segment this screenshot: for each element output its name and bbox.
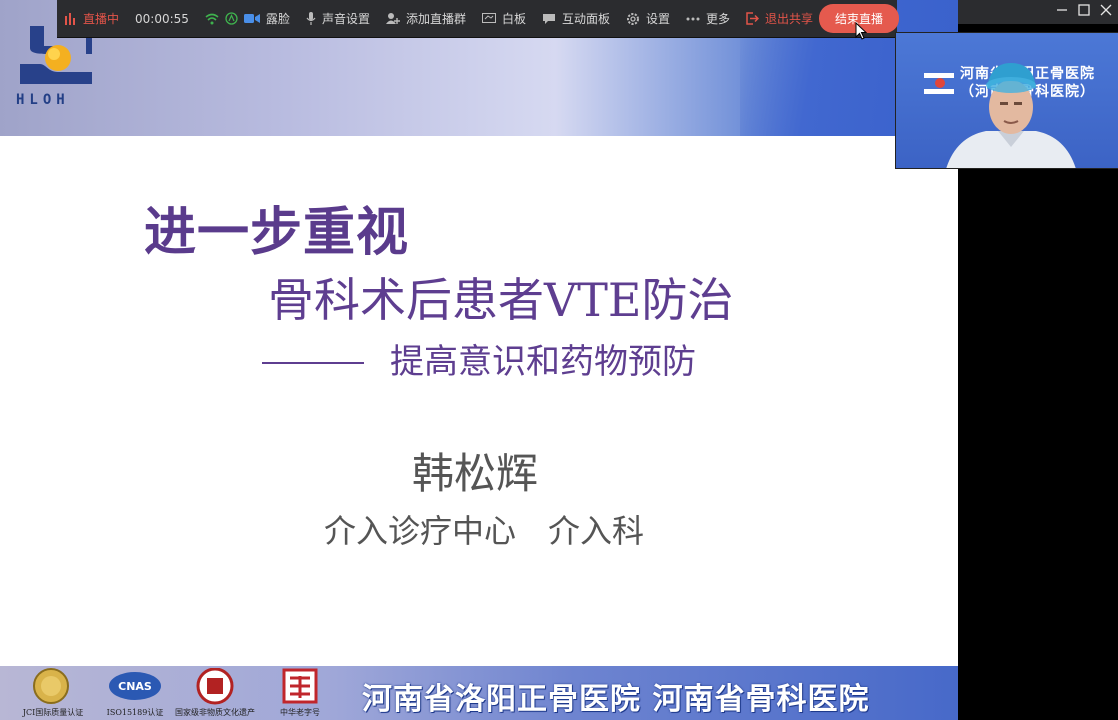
- exit-share-button[interactable]: 退出共享: [746, 10, 813, 27]
- group-add-icon: [385, 13, 400, 24]
- add-live-group-button[interactable]: 添加直播群: [385, 10, 466, 27]
- cert-brand: 中华老字号: [265, 668, 335, 720]
- presenter-department: 介入诊疗中心 介入科: [324, 512, 645, 550]
- shared-slide: HLOH 进一步重视 骨科术后患者VTE防治 提高意识和药物预防 韩松辉 介入诊…: [0, 0, 958, 720]
- cert-jci: JCI国际质量认证: [18, 668, 88, 720]
- time-honored-brand-icon: [282, 668, 318, 704]
- video-camera-icon: [243, 14, 260, 23]
- presenter-name: 韩松辉: [412, 449, 539, 498]
- toolbar-item-label: 声音设置: [321, 12, 370, 26]
- cert-label: JCI国际质量认证: [22, 708, 84, 717]
- interaction-panel-button[interactable]: 互动面板: [542, 10, 610, 27]
- mouse-cursor-icon: [855, 22, 867, 40]
- svg-text:CNAS: CNAS: [118, 680, 152, 693]
- settings-button[interactable]: 设置: [626, 10, 670, 27]
- toolbar-item-label: 设置: [646, 12, 671, 26]
- live-label: 直播中: [83, 12, 120, 26]
- jci-seal-icon: [33, 668, 69, 704]
- window-controls: [958, 0, 1118, 24]
- cert-label: 中华老字号: [280, 708, 320, 717]
- hospital-logo: HLOH: [14, 26, 100, 112]
- maximize-icon[interactable]: [1076, 4, 1092, 20]
- wifi-icon: [205, 13, 219, 24]
- title-dash-divider: [262, 362, 364, 364]
- host-status[interactable]: [225, 12, 238, 25]
- toolbar-item-label: 添加直播群: [405, 12, 466, 26]
- toolbar-item-label: 互动面板: [561, 12, 610, 26]
- network-status: [205, 13, 219, 25]
- cnas-logo-icon: CNAS: [109, 672, 161, 700]
- whiteboard-icon: [481, 12, 496, 23]
- slide-title-line2: 骨科术后患者VTE防治: [268, 273, 734, 327]
- footer-hospital-name: 河南省洛阳正骨医院 河南省骨科医院: [362, 682, 870, 717]
- chat-bubble-icon: [542, 13, 555, 24]
- exit-share-label: 退出共享: [765, 12, 814, 26]
- slide-footer: JCI国际质量认证 CNAS ISO15189认证 国家级非物质文化遗产 中华老…: [0, 666, 958, 720]
- exit-icon: [746, 12, 760, 25]
- live-status: 直播中: [65, 10, 119, 27]
- live-timer: 00:00:55: [135, 12, 189, 26]
- gear-icon: [627, 12, 639, 25]
- presenter-camera-view[interactable]: 河南省洛阳正骨医院 （河南省骨科医院）: [895, 32, 1118, 169]
- logo-text: HLOH: [16, 92, 70, 108]
- live-bars-icon: [65, 12, 75, 25]
- audio-settings-button[interactable]: 声音设置: [306, 10, 370, 27]
- slide-title-line1: 进一步重视: [144, 202, 410, 263]
- more-dots-icon: [686, 17, 700, 20]
- slide-subtitle: 提高意识和药物预防: [390, 342, 696, 382]
- cert-heritage: 国家级非物质文化遗产: [175, 667, 255, 720]
- cert-label: 国家级非物质文化遗产: [175, 708, 255, 717]
- timer-text: 00:00:55: [135, 11, 189, 26]
- microphone-icon: [306, 11, 316, 25]
- camera-toggle-button[interactable]: 露脸: [243, 10, 290, 27]
- live-toolbar: 直播中 00:00:55 露脸 声音设置 添加直播群 白板 互动面板 设置 更多…: [57, 0, 900, 40]
- toolbar-item-label: 白板: [501, 12, 526, 26]
- close-icon[interactable]: [1098, 4, 1114, 20]
- toolbar-item-label: 露脸: [265, 12, 290, 26]
- host-circle-icon: [225, 12, 238, 25]
- whiteboard-button[interactable]: 白板: [481, 10, 526, 27]
- presenter-person-icon: [946, 63, 1076, 168]
- minimize-icon[interactable]: [1054, 4, 1070, 20]
- cert-iso: CNAS ISO15189认证: [100, 668, 170, 720]
- heritage-seal-icon: [196, 667, 234, 705]
- more-button[interactable]: 更多: [686, 10, 730, 27]
- cert-label: ISO15189认证: [106, 708, 164, 717]
- toolbar-item-label: 更多: [706, 12, 731, 26]
